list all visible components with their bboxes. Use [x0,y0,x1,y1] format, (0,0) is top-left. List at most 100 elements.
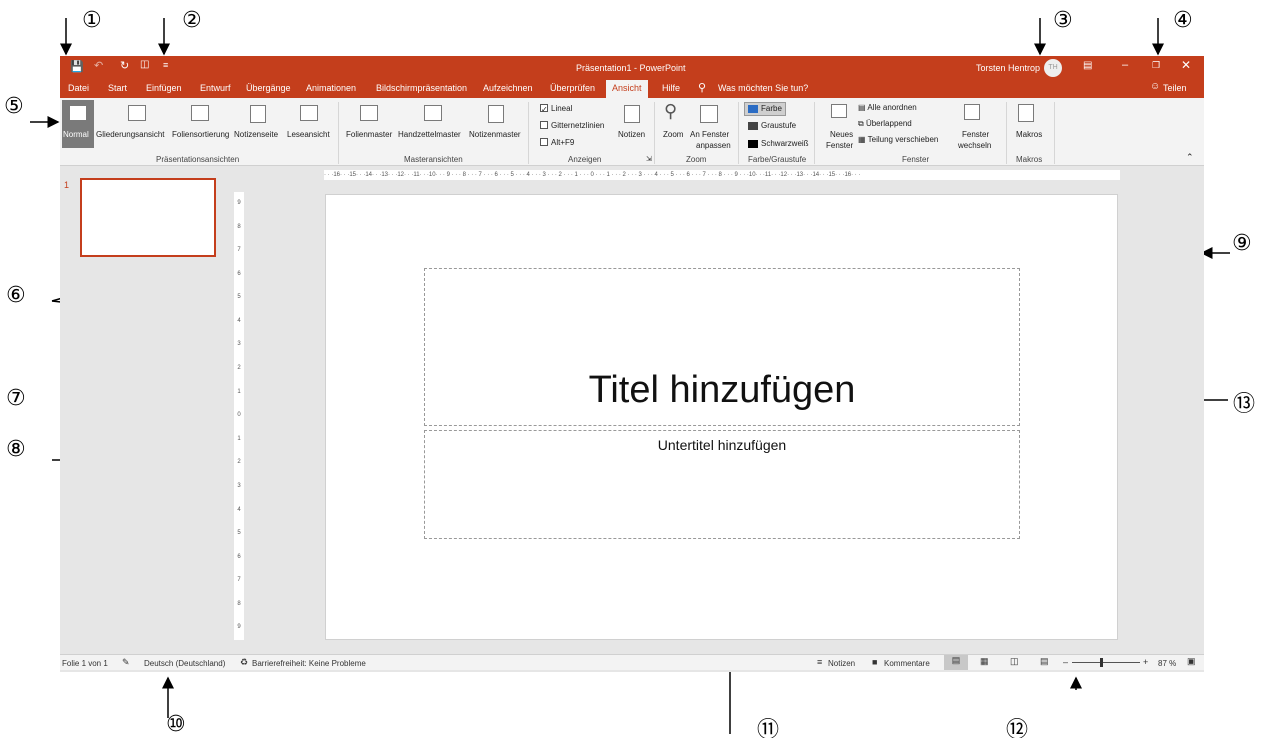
zoom-slider[interactable] [1072,662,1140,663]
new-window-line2[interactable]: Fenster [826,141,853,150]
group-label-window: Fenster [902,155,930,164]
comments-toggle[interactable]: Kommentare [884,659,930,668]
black-white-button[interactable]: Schwarzweiß [761,139,809,148]
cascade-button[interactable]: ⧉ Überlappend [858,119,912,129]
vertical-ruler-tick-label: 5 [237,294,241,301]
slide-sorter-status-icon[interactable]: ▦ [980,656,989,667]
switch-windows-line1[interactable]: Fenster [962,130,989,139]
vertical-ruler-tick-label: 1 [237,388,241,395]
tab-ansicht[interactable]: Ansicht [606,80,648,98]
macros-button[interactable]: Makros [1016,130,1042,139]
tab-animationen[interactable]: Animationen [306,83,356,93]
tab-bildschirmpraesentation[interactable]: Bildschirmpräsentation [376,83,467,93]
undo-icon[interactable]: ↶ [94,59,103,72]
title-placeholder[interactable]: Titel hinzufügen [424,268,1020,426]
subtitle-placeholder-text: Untertitel hinzufügen [657,437,787,453]
share-button[interactable]: Teilen [1163,83,1187,93]
checkbox-ruler[interactable]: ✓ Lineal [540,104,572,114]
slide-thumbnail[interactable] [80,178,216,257]
zoom-out-icon[interactable]: – [1063,657,1068,667]
move-split-icon: ▦ [858,135,868,144]
tell-me-search[interactable]: Was möchten Sie tun? [718,83,808,93]
subtitle-placeholder[interactable]: Untertitel hinzufügen [424,430,1020,539]
grayscale-button[interactable]: Graustufe [761,121,796,130]
redo-icon[interactable]: ↻ [120,59,129,72]
vertical-ruler[interactable]: 9 8 7 6 5 4 3 2 1 0 1 2 3 4 5 6 7 8 9 [234,192,244,640]
share-icon[interactable]: ☺ [1150,81,1160,92]
vertical-ruler-tick-label: 9 [237,200,241,206]
accessibility-status[interactable]: Barrierefreiheit: Keine Probleme [252,659,366,668]
tab-start[interactable]: Start [108,83,127,93]
zoom-icon: ⚲ [664,101,678,121]
collapse-ribbon-icon[interactable]: ⌃ [1186,152,1194,163]
spell-check-icon[interactable]: ✎ [122,657,130,668]
tab-aufzeichnen[interactable]: Aufzeichnen [483,83,533,93]
user-name[interactable]: Torsten Hentrop [976,63,1040,73]
notes-toggle[interactable]: Notizen [828,659,855,668]
language-indicator[interactable]: Deutsch (Deutschland) [144,659,225,668]
checkbox-gridlines[interactable]: Gitternetzlinien [540,121,604,130]
customize-toolbar-icon[interactable]: ≡ [163,60,168,70]
switch-windows-line2[interactable]: wechseln [958,141,991,150]
comments-icon[interactable]: ■ [872,657,877,667]
arrange-all-button[interactable]: ▤ Alle anordnen [858,103,917,112]
tab-hilfe[interactable]: Hilfe [662,83,680,93]
cascade-icon: ⧉ [858,119,866,128]
slideshow-status-icon[interactable]: ▤ [1040,656,1049,667]
tab-ueberpruefen[interactable]: Überprüfen [550,83,595,93]
notes-page-button[interactable]: Notizenseite [234,130,278,139]
ruler-checkbox-icon: ✓ [540,104,548,114]
group-label-presentation-views: Präsentationsansichten [156,155,240,164]
normal-view-status-icon[interactable]: ▤ [944,655,968,670]
reading-view-status-icon[interactable]: ◫ [1010,656,1019,667]
macros-icon [1018,104,1034,122]
slide-thumbnail-number: 1 [64,180,70,190]
notes-master-button[interactable]: Notizenmaster [469,130,521,139]
checkbox-guides[interactable]: Alt+F9 [540,138,574,147]
zoom-button[interactable]: Zoom [663,130,683,139]
accessibility-icon[interactable]: ♻ [240,657,248,668]
reading-view-button[interactable]: Leseansicht [287,130,330,139]
ribbon-display-icon[interactable]: ▤ [1083,60,1092,71]
save-icon[interactable]: 💾 [70,60,84,73]
minimize-icon[interactable]: – [1122,59,1128,71]
move-split-button[interactable]: ▦ Teilung verschieben [858,135,938,144]
move-split-label: Teilung verschieben [867,135,939,144]
tab-einfuegen[interactable]: Einfügen [146,83,182,93]
vertical-ruler-labels: 9 8 7 6 5 4 3 2 1 0 1 2 3 4 5 6 7 8 9 [234,192,244,640]
notes-toggle-icon[interactable]: ≡ [817,657,822,667]
handout-master-icon [424,105,442,121]
avatar[interactable]: TH [1044,59,1062,77]
fit-window-line1[interactable]: An Fenster [690,130,729,139]
normal-view-icon [69,105,87,121]
tab-datei[interactable]: Datei [68,83,89,93]
close-icon[interactable]: ✕ [1181,58,1191,72]
restore-icon[interactable]: ❐ [1152,60,1160,71]
horizontal-ruler[interactable]: · · ·16· · ·15· · ·14· · ·13· · ·12· · ·… [324,170,1120,180]
vertical-ruler-tick-label: 7 [237,247,241,254]
slide-master-icon [360,105,378,121]
fit-slide-icon[interactable]: ▣ [1187,656,1196,667]
vertical-ruler-tick-label: 1 [237,435,241,442]
zoom-slider-thumb[interactable] [1100,658,1103,667]
vertical-ruler-tick-label: 0 [237,412,241,419]
status-bar: Folie 1 von 1 ✎ Deutsch (Deutschland) ♻ … [60,654,1204,670]
new-window-line1[interactable]: Neues [830,130,853,139]
zoom-level[interactable]: 87 % [1158,659,1176,668]
handout-master-button[interactable]: Handzettelmaster [398,130,461,139]
outline-view-button[interactable]: Gliederungsansicht [96,130,164,139]
group-separator [654,102,655,164]
vertical-ruler-tick-label: 6 [237,270,241,277]
tab-uebergaenge[interactable]: Übergänge [246,83,291,93]
window-title: Präsentation1 - PowerPoint [576,63,686,73]
dialog-launcher-icon[interactable]: ⇲ [646,155,652,163]
reading-view-icon [300,105,318,121]
present-from-start-icon[interactable]: ◫ [140,59,149,70]
zoom-in-icon[interactable]: + [1143,657,1148,667]
notes-button[interactable]: Notizen [618,130,645,139]
slide-sorter-button[interactable]: Foliensortierung [172,130,229,139]
fit-window-line2[interactable]: anpassen [696,141,731,150]
slide-canvas[interactable]: Titel hinzufügen Untertitel hinzufügen [325,194,1118,640]
tab-entwurf[interactable]: Entwurf [200,83,231,93]
slide-master-button[interactable]: Folienmaster [346,130,392,139]
